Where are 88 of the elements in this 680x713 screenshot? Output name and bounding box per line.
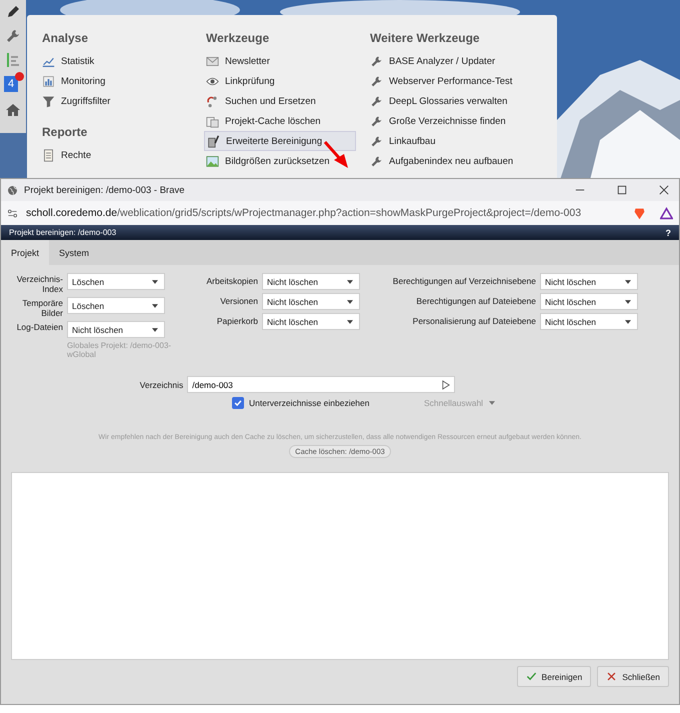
dialog-title: Projekt bereinigen: /demo-003	[9, 228, 116, 237]
document-icon	[42, 148, 55, 162]
image-icon	[206, 154, 219, 168]
menu-item[interactable]: Linkprüfung	[204, 71, 356, 91]
dropdown[interactable]: Löschen	[67, 273, 165, 290]
field-label: Verzeichnis-Index	[16, 274, 63, 294]
menu-heading: Analyse	[42, 31, 90, 45]
caret-icon	[625, 280, 631, 284]
triangle-icon[interactable]	[660, 206, 673, 220]
field-label: Temporäre Bilder	[21, 298, 63, 318]
checkbox[interactable]	[232, 397, 244, 409]
wrench-icon	[370, 54, 383, 68]
trash-brush-icon	[207, 134, 220, 148]
menu-item[interactable]: Webserver Performance-Test	[368, 71, 520, 91]
menu-item[interactable]: Aufgabenindex neu aufbauen	[368, 151, 520, 171]
tab[interactable]: System	[49, 240, 100, 265]
dropdown[interactable]: Nicht löschen	[262, 293, 360, 310]
envelope-icon	[206, 54, 219, 68]
wrench-icon	[370, 154, 383, 168]
checkbox-label[interactable]: Unterverzeichnisse einbeziehen	[249, 398, 419, 408]
dropdown[interactable]: Nicht löschen	[540, 313, 638, 330]
home-icon[interactable]	[5, 102, 21, 118]
menu-item[interactable]: Statistik	[40, 51, 192, 71]
maximize-icon[interactable]	[617, 185, 627, 195]
dialog-button[interactable]: Bereinigen	[516, 666, 592, 687]
caret-icon	[625, 300, 631, 304]
field-label: Verzeichnis	[140, 380, 184, 390]
menu-heading: Weitere Werkzeuge	[370, 31, 481, 45]
menu-item[interactable]: Große Verzeichnisse finden	[368, 111, 520, 131]
wrench-icon	[370, 94, 383, 108]
wrench-icon[interactable]	[5, 28, 21, 44]
menu-item[interactable]: DeepL Glossaries verwalten	[368, 91, 520, 111]
dropdown[interactable]: Nicht löschen	[67, 321, 165, 338]
check-icon	[526, 671, 537, 682]
menu-item[interactable]: Projekt-Cache löschen	[204, 111, 356, 131]
caret-icon	[152, 280, 158, 284]
field-label: Arbeitskopien	[205, 276, 258, 286]
pages-icon	[206, 114, 219, 128]
lion-shield-icon[interactable]	[633, 206, 646, 220]
dropdown[interactable]: Nicht löschen	[262, 313, 360, 330]
close-icon[interactable]	[659, 185, 669, 195]
bar-chart-icon	[42, 74, 55, 88]
caret-icon	[152, 328, 158, 332]
dropdown[interactable]: Nicht löschen	[540, 293, 638, 310]
field-label: Papierkorb	[216, 316, 258, 326]
menu-heading: Werkzeuge	[206, 31, 270, 45]
wrench-icon	[370, 74, 383, 88]
notification-count[interactable]: 4	[4, 76, 18, 92]
caret-icon	[625, 320, 631, 324]
menu-item[interactable]: Bildgrößen zurücksetzen	[204, 151, 356, 171]
directory-field[interactable]: /demo-003	[187, 376, 456, 393]
dialog-button[interactable]: Schließen	[597, 666, 669, 687]
menu-item[interactable]: Linkaufbau	[368, 131, 520, 151]
field-label: Versionen	[219, 296, 258, 306]
menu-item[interactable]: Newsletter	[204, 51, 356, 71]
menu-heading: Reporte	[42, 125, 88, 139]
field-label: Berechtigungen auf Verzeichnisebene	[392, 276, 536, 286]
dropdown[interactable]: Nicht löschen	[540, 273, 638, 290]
menu-item[interactable]: Zugriffsfilter	[40, 91, 192, 111]
help-button[interactable]: ?	[666, 228, 671, 238]
menu-item[interactable]: Erweiterte Bereinigung	[204, 131, 356, 151]
filter-icon	[42, 94, 55, 108]
menu-item[interactable]: Monitoring	[40, 71, 192, 91]
close-icon	[606, 671, 618, 682]
caret-icon	[489, 401, 496, 405]
notification-dot	[15, 72, 24, 81]
replace-icon	[206, 94, 219, 108]
site-settings-icon[interactable]	[7, 208, 18, 218]
caret-icon	[347, 320, 353, 324]
field-label: Log-Dateien	[16, 322, 63, 332]
field-label: Berechtigungen auf Dateiebene	[415, 296, 536, 306]
pointer-icon[interactable]	[442, 380, 450, 390]
menu-item[interactable]: Rechte	[40, 145, 192, 165]
field-label: Personalisierung auf Dateiebene	[412, 316, 536, 326]
globe-icon	[7, 184, 18, 196]
field-note: Globales Projekt: /demo-003-wGlobal	[67, 341, 172, 359]
window-title: Projekt bereinigen: /demo-003 - Brave	[24, 184, 186, 196]
caret-icon	[347, 280, 353, 284]
pencil-icon[interactable]	[5, 4, 21, 20]
menu-item[interactable]: BASE Analyzer / Updater	[368, 51, 520, 71]
caret-icon	[347, 300, 353, 304]
caret-icon	[152, 304, 158, 308]
menu-item[interactable]: Suchen und Ersetzen	[204, 91, 356, 111]
dropdown[interactable]: Nicht löschen	[262, 273, 360, 290]
dropdown[interactable]: Löschen	[67, 297, 165, 314]
tab[interactable]: Projekt	[1, 240, 50, 265]
wrench-icon	[370, 134, 383, 148]
wrench-icon	[370, 114, 383, 128]
